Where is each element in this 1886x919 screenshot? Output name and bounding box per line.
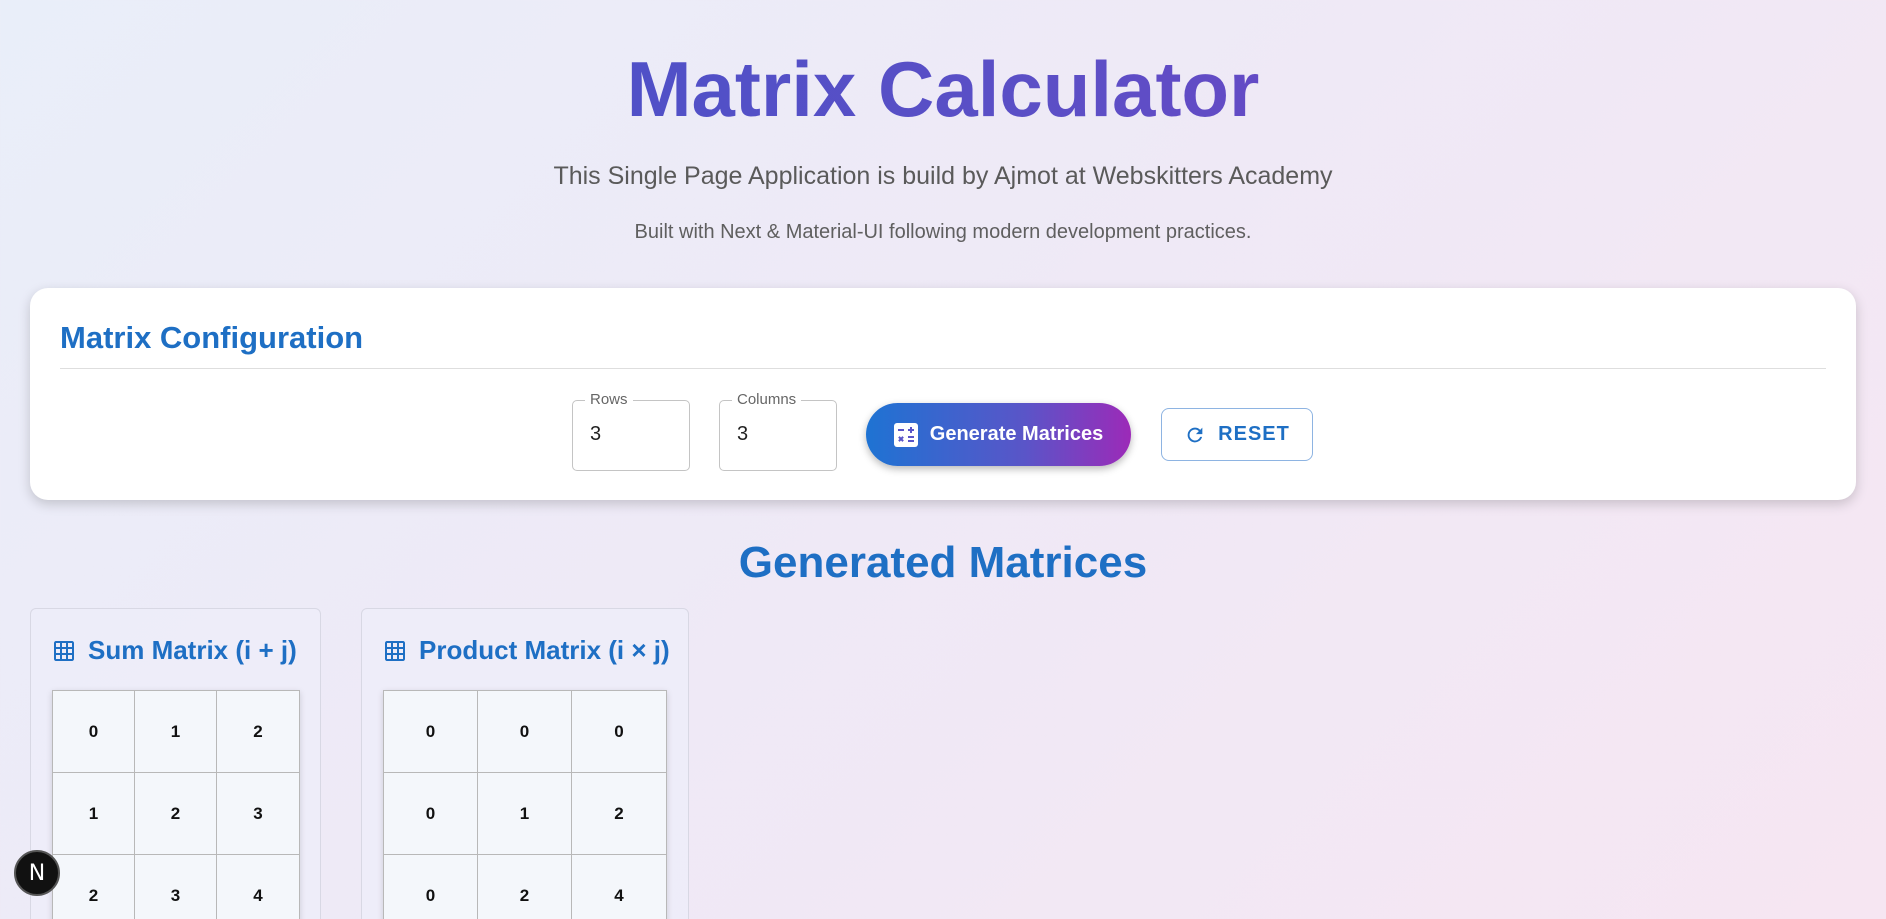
- generate-matrices-label: Generate Matrices: [929, 423, 1104, 445]
- page-subtext: Built with Next & Material-UI following …: [634, 221, 1252, 243]
- columns-input[interactable]: Columns 3: [719, 391, 837, 471]
- matrix-cell: 0: [572, 691, 666, 773]
- config-divider: [60, 368, 1826, 369]
- product-matrix-label: Product Matrix (i × j): [419, 635, 670, 665]
- matrix-cell: 2: [135, 773, 217, 855]
- rows-value[interactable]: 3: [590, 423, 601, 446]
- matrix-cell: 4: [217, 855, 299, 919]
- grid-icon: [385, 640, 405, 661]
- reset-button[interactable]: RESET: [1161, 408, 1313, 461]
- sum-matrix-label: Sum Matrix (i + j): [88, 635, 297, 665]
- generated-matrices-title: Generated Matrices: [738, 538, 1148, 587]
- matrix-cell: 3: [217, 773, 299, 855]
- columns-value[interactable]: 3: [737, 423, 748, 446]
- matrix-cell: 2: [53, 855, 135, 919]
- rows-label: Rows: [585, 391, 633, 409]
- matrix-cell: 1: [53, 773, 135, 855]
- matrix-cell: 0: [384, 855, 478, 919]
- sum-matrix-title: Sum Matrix (i + j): [52, 635, 297, 666]
- sum-matrix-card: Sum Matrix (i + j) 012123234: [30, 608, 321, 919]
- grid-icon: [54, 640, 74, 661]
- matrix-cell: 0: [53, 691, 135, 773]
- product-matrix-title: Product Matrix (i × j): [383, 635, 670, 666]
- matrix-cell: 0: [384, 773, 478, 855]
- matrix-cell: 0: [478, 691, 572, 773]
- generate-matrices-button[interactable]: Generate Matrices: [866, 403, 1131, 466]
- matrix-cell: 4: [572, 855, 666, 919]
- matrix-cell: 3: [135, 855, 217, 919]
- matrix-cell: 0: [384, 691, 478, 773]
- matrix-cell: 1: [478, 773, 572, 855]
- product-matrix-grid: 000012024: [383, 690, 667, 919]
- refresh-icon: [1187, 427, 1203, 442]
- product-matrix-card: Product Matrix (i × j) 000012024: [361, 608, 689, 919]
- matrix-cell: 2: [572, 773, 666, 855]
- rows-input[interactable]: Rows 3: [572, 391, 690, 471]
- config-title: Matrix Configuration: [60, 320, 364, 355]
- matrix-cell: 2: [217, 691, 299, 773]
- columns-label: Columns: [732, 391, 802, 409]
- matrix-cell: 2: [478, 855, 572, 919]
- reset-label: RESET: [1218, 423, 1290, 445]
- sum-matrix-grid: 012123234: [52, 690, 300, 919]
- page-subtitle: This Single Page Application is build by…: [553, 162, 1333, 190]
- matrix-cell: 1: [135, 691, 217, 773]
- nextjs-dev-badge[interactable]: N: [14, 850, 60, 896]
- page-title: Matrix Calculator: [0, 44, 1886, 134]
- matrix-configuration-card: Matrix Configuration Rows 3 Columns 3 Ge…: [30, 288, 1856, 500]
- calculate-icon: [893, 422, 918, 447]
